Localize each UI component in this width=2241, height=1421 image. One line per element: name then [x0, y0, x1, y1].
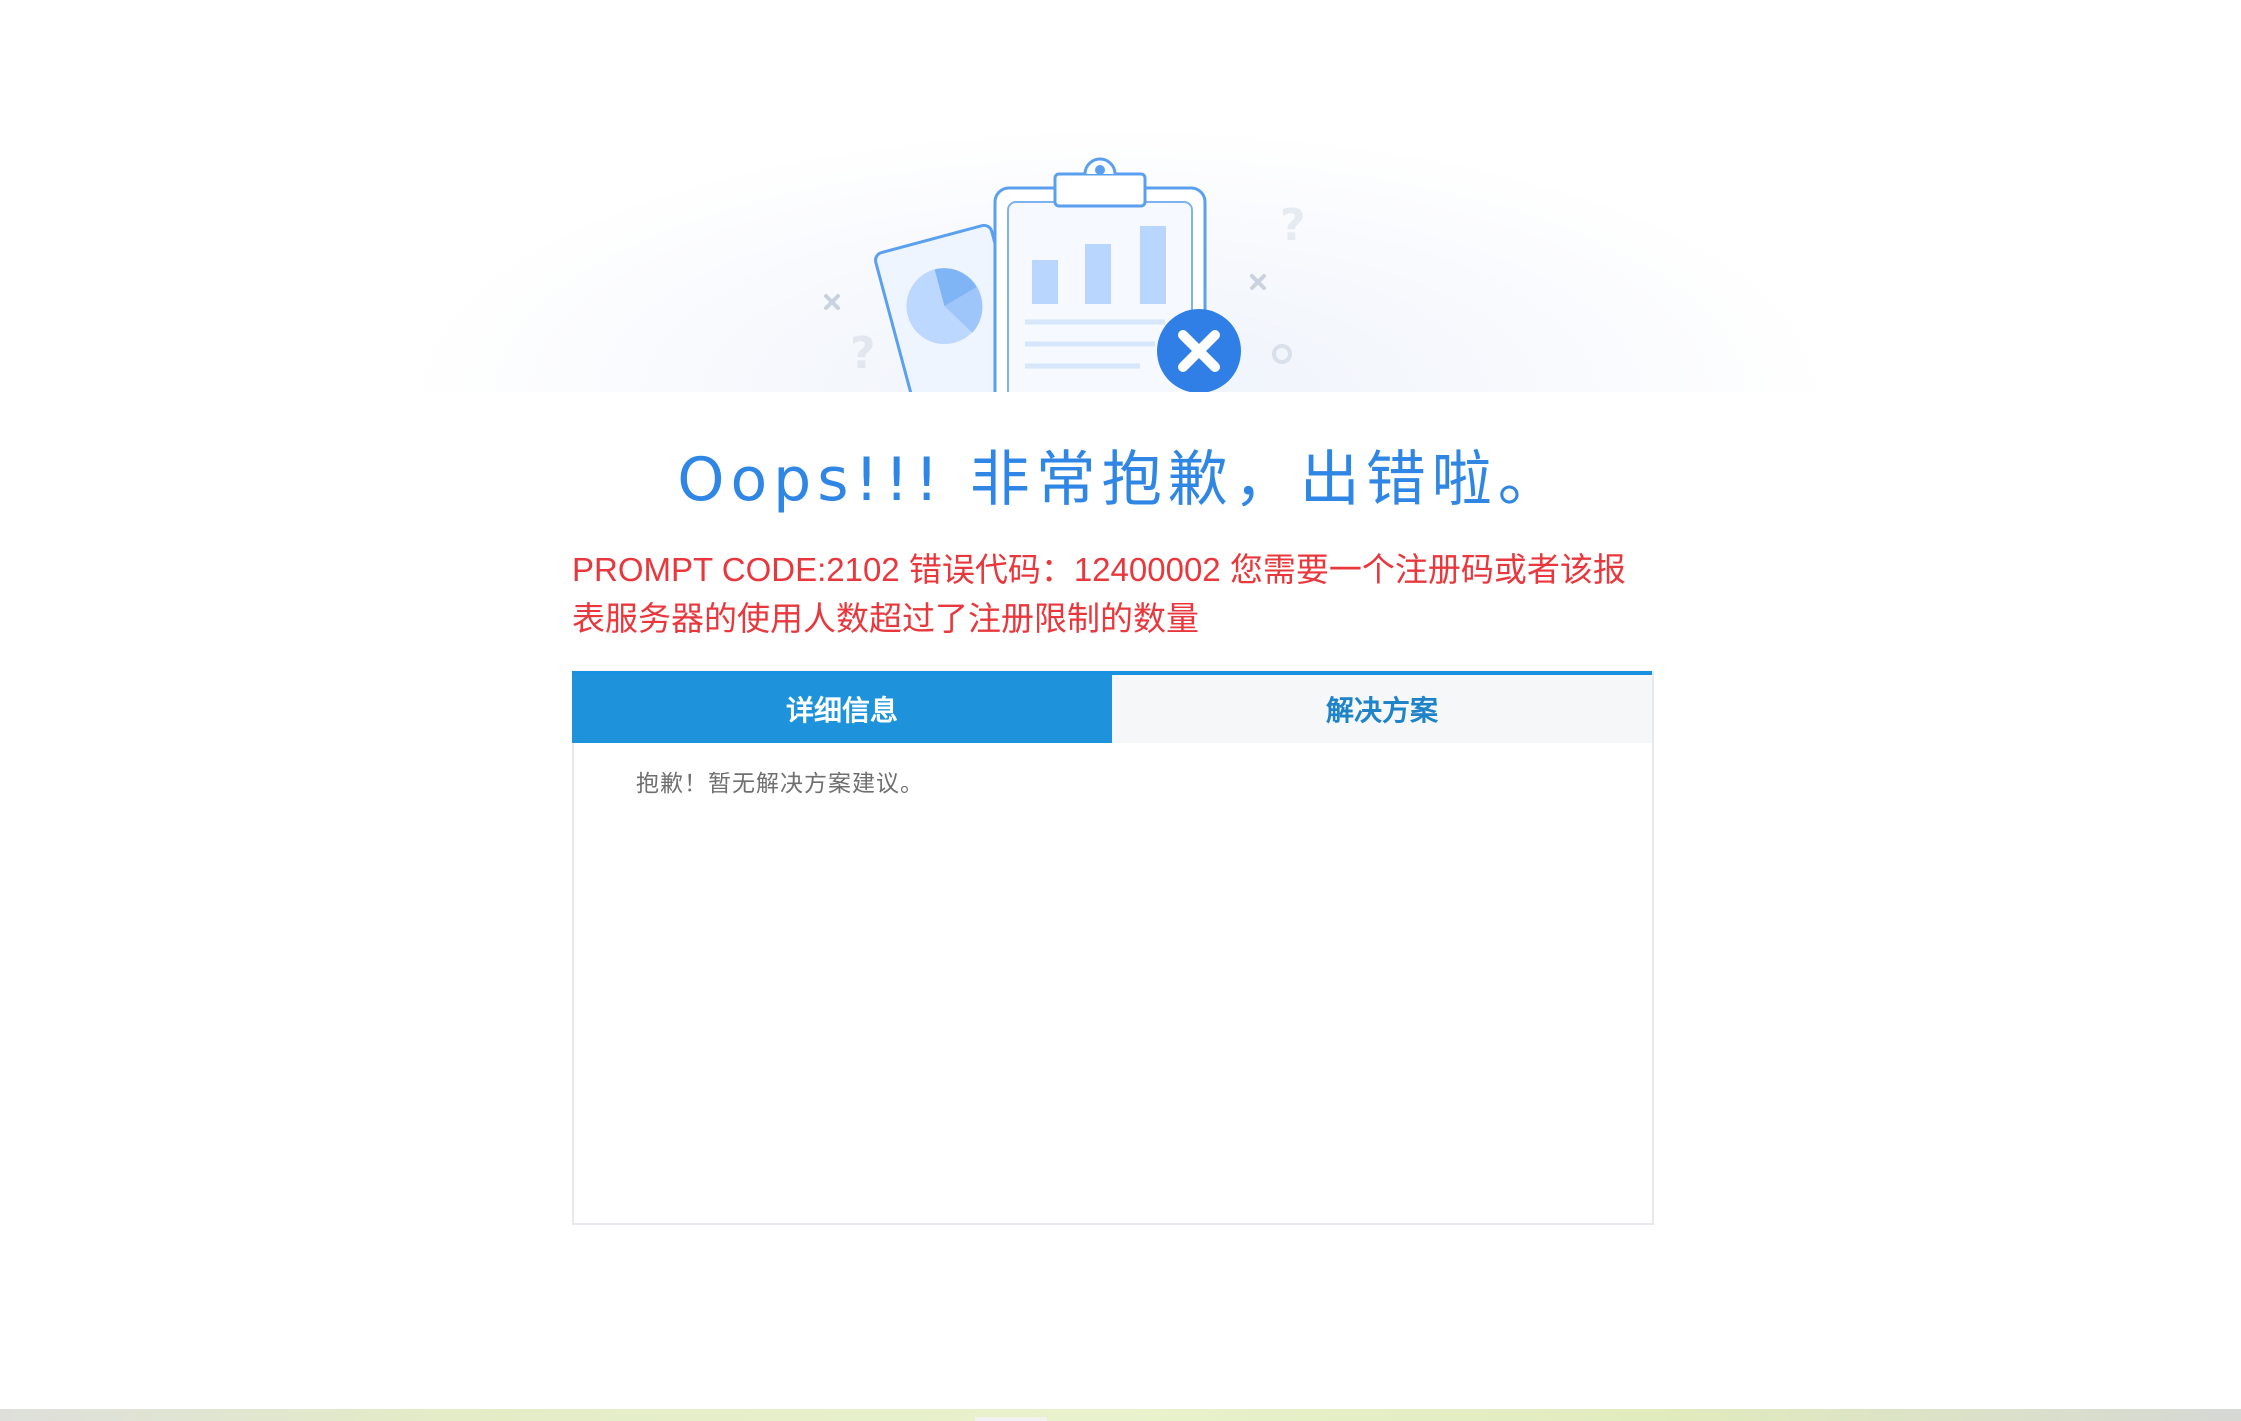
error-x-icon [1157, 309, 1241, 392]
small-x-icon [824, 294, 840, 310]
tab-solutions[interactable]: 解决方案 [1112, 675, 1652, 743]
small-x-icon [1250, 274, 1266, 290]
page-title: Oops!!! 非常抱歉，出错啦。 [677, 445, 1564, 515]
error-illustration: ? ? [824, 157, 1306, 392]
question-mark-icon: ? [850, 328, 876, 379]
error-message: PROMPT CODE:2102 错误代码：12400002 您需要一个注册码或… [572, 551, 1626, 637]
panel-content-text: 抱歉！暂无解决方案建议。 [636, 771, 924, 797]
bottom-scrollbar[interactable] [0, 1409, 2241, 1421]
scrollbar-thumb[interactable] [975, 1417, 1047, 1421]
small-circle-icon [1272, 344, 1292, 364]
question-mark-icon: ? [1280, 200, 1306, 251]
tab-details[interactable]: 详细信息 [572, 675, 1112, 743]
error-page: ? ? Oops!!! 非常抱歉，出错啦。 PROMPT CODE:2102 错… [0, 0, 2241, 1421]
tab-bar: 详细信息 解决方案 [572, 671, 1652, 743]
details-panel [572, 671, 1654, 1225]
